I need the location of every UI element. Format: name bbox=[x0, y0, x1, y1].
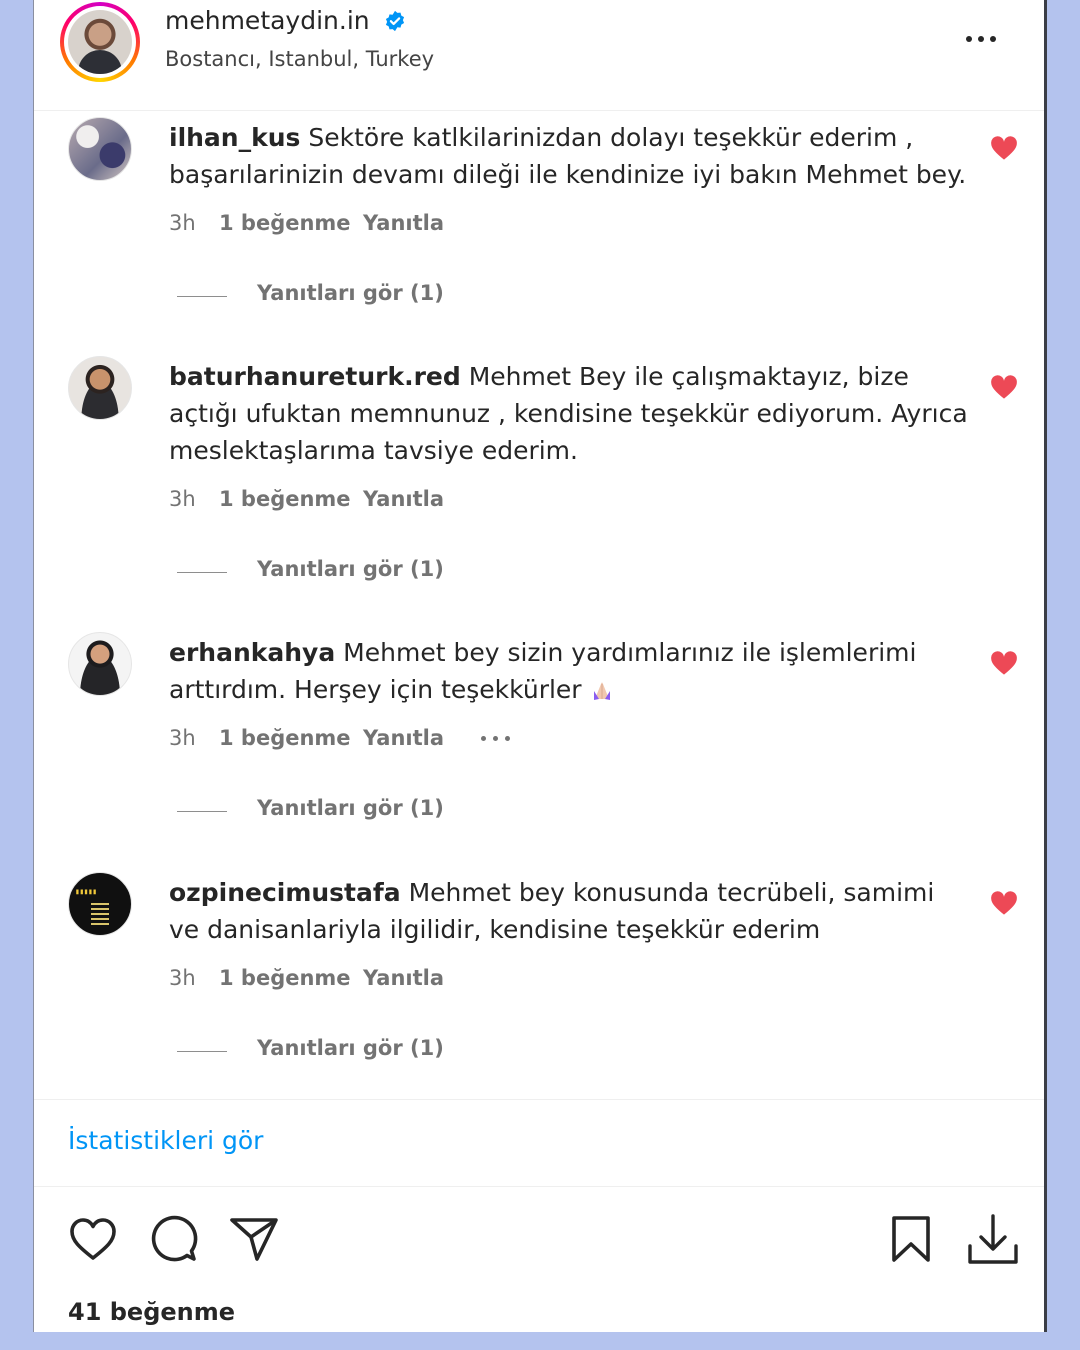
author-photo bbox=[68, 10, 132, 74]
heart-filled-icon[interactable] bbox=[990, 890, 1018, 916]
folded-hands-emoji bbox=[593, 682, 610, 700]
comment-likes[interactable]: 1 beğenme bbox=[219, 211, 351, 235]
commenter-avatar[interactable]: ▮▮▮▮▮ bbox=[68, 872, 132, 936]
comment-body: baturhanureturk.red Mehmet Bey ile çalış… bbox=[169, 358, 969, 469]
download-icon[interactable] bbox=[964, 1212, 1022, 1270]
section-divider bbox=[34, 1099, 1046, 1100]
post-location[interactable]: Bostancı, Istanbul, Turkey bbox=[165, 47, 434, 71]
comment-username[interactable]: baturhanureturk.red bbox=[169, 362, 461, 391]
comment-time: 3h bbox=[169, 487, 196, 511]
replies-divider bbox=[177, 811, 227, 812]
comment-options-icon[interactable] bbox=[479, 728, 513, 748]
comment-body: ilhan_kus Sektöre katlkilarinizdan dolay… bbox=[169, 119, 969, 193]
view-replies-label: Yanıtları gör (1) bbox=[257, 557, 444, 581]
commenter-avatar[interactable] bbox=[68, 117, 132, 181]
view-replies-label: Yanıtları gör (1) bbox=[257, 281, 444, 305]
heart-filled-icon[interactable] bbox=[990, 135, 1018, 161]
window-edge bbox=[1044, 0, 1047, 1332]
view-replies-label: Yanıtları gör (1) bbox=[257, 1036, 444, 1060]
reply-button[interactable]: Yanıtla bbox=[363, 966, 444, 990]
comment-username[interactable]: ilhan_kus bbox=[169, 123, 300, 152]
replies-divider bbox=[177, 1051, 227, 1052]
verified-badge-icon bbox=[385, 10, 405, 32]
more-options-icon[interactable] bbox=[964, 24, 1010, 54]
reply-button[interactable]: Yanıtla bbox=[363, 487, 444, 511]
replies-divider bbox=[177, 572, 227, 573]
author-avatar[interactable] bbox=[60, 2, 140, 82]
author-username[interactable]: mehmetaydin.in bbox=[165, 6, 370, 35]
commenter-avatar[interactable] bbox=[68, 356, 132, 420]
post-like-count[interactable]: 41 beğenme bbox=[68, 1298, 235, 1326]
speech-bubble-icon[interactable] bbox=[147, 1212, 201, 1266]
comment-time: 3h bbox=[169, 211, 196, 235]
comment-body: erhankahya Mehmet bey sizin yardımlarını… bbox=[169, 634, 969, 708]
heart-filled-icon[interactable] bbox=[990, 374, 1018, 400]
avatar-logo-lines bbox=[91, 903, 109, 925]
comment-username[interactable]: ozpinecimustafa bbox=[169, 878, 401, 907]
comment-likes[interactable]: 1 beğenme bbox=[219, 726, 351, 750]
comment-time: 3h bbox=[169, 966, 196, 990]
avatar-logo-mark: ▮▮▮▮▮ bbox=[75, 887, 97, 896]
post-header: mehmetaydin.in Bostancı, Istanbul, Turke… bbox=[34, 0, 1046, 111]
section-divider bbox=[34, 1186, 1046, 1187]
comment-likes[interactable]: 1 beğenme bbox=[219, 487, 351, 511]
commenter-avatar[interactable] bbox=[68, 632, 132, 696]
heart-outline-icon[interactable] bbox=[66, 1212, 120, 1266]
comment-time: 3h bbox=[169, 726, 196, 750]
comment-body: ozpinecimustafa Mehmet bey konusunda tec… bbox=[169, 874, 969, 948]
heart-filled-icon[interactable] bbox=[990, 650, 1018, 676]
replies-divider bbox=[177, 296, 227, 297]
reply-button[interactable]: Yanıtla bbox=[363, 726, 444, 750]
paper-plane-icon[interactable] bbox=[227, 1212, 281, 1266]
instagram-post-card: mehmetaydin.in Bostancı, Istanbul, Turke… bbox=[33, 0, 1047, 1332]
comment-username[interactable]: erhankahya bbox=[169, 638, 335, 667]
view-replies-label: Yanıtları gör (1) bbox=[257, 796, 444, 820]
view-insights-link[interactable]: İstatistikleri gör bbox=[68, 1126, 263, 1155]
comment-likes[interactable]: 1 beğenme bbox=[219, 966, 351, 990]
bookmark-icon[interactable] bbox=[884, 1212, 938, 1266]
reply-button[interactable]: Yanıtla bbox=[363, 211, 444, 235]
